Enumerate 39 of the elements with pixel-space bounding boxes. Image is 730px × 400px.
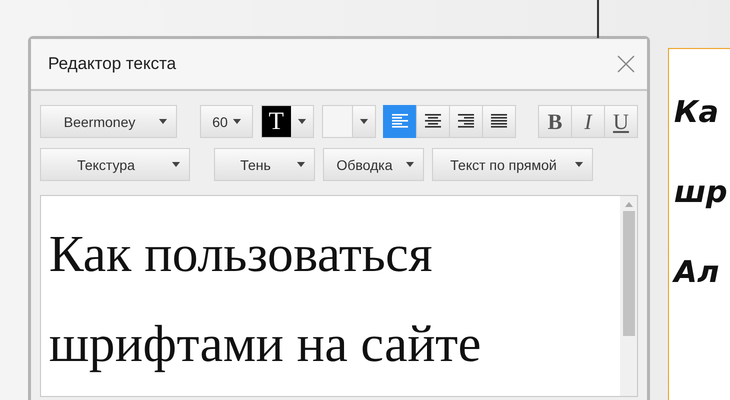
align-justify-button[interactable] <box>482 105 516 138</box>
caret-icon <box>360 119 368 124</box>
caret-icon <box>297 162 305 167</box>
scrollbar[interactable] <box>620 196 637 396</box>
align-center-icon <box>424 114 441 129</box>
scroll-up-icon <box>624 202 632 207</box>
caret-icon <box>298 119 306 124</box>
option-dropdown[interactable]: Тень <box>214 148 315 181</box>
size-dropdown[interactable]: 60 <box>200 105 253 138</box>
preview-text-line: Ка <box>674 94 719 132</box>
option-dropdown[interactable]: Обводка <box>323 148 424 181</box>
editor-text-line: шрифтами на сайте <box>49 315 482 375</box>
close-icon <box>617 55 635 73</box>
preview-text-line: шр <box>674 174 728 212</box>
italic-button[interactable]: I <box>570 105 605 138</box>
dialog-title: Редактор текста <box>48 54 176 74</box>
preview-text-line: Ал <box>674 254 720 292</box>
text-color-picker[interactable]: T <box>260 105 314 138</box>
connector-line <box>597 0 599 38</box>
text-editor[interactable]: Как пользоваться шрифтами на сайте <box>40 195 638 397</box>
align-right-button[interactable] <box>448 105 483 138</box>
caret-icon <box>575 162 583 167</box>
caret-icon <box>172 162 180 167</box>
caret-icon <box>232 119 241 124</box>
caret-icon <box>406 162 414 167</box>
underline-button[interactable]: U <box>604 105 638 138</box>
align-justify-icon <box>490 114 507 129</box>
option-dropdown[interactable]: Текст по прямой <box>432 148 593 181</box>
option-dropdown[interactable]: Текстура <box>40 148 190 181</box>
caret-icon <box>159 119 168 124</box>
align-center-button[interactable] <box>416 105 450 138</box>
bold-button[interactable]: B <box>538 105 572 138</box>
text-color-swatch: T <box>262 106 291 137</box>
background-color-picker[interactable] <box>322 105 376 138</box>
align-left-icon <box>392 114 408 129</box>
close-button[interactable] <box>615 53 637 75</box>
align-right-icon <box>458 114 474 129</box>
font-dropdown[interactable]: Beermoney <box>40 105 178 138</box>
editor-text-line: Как пользоваться <box>49 225 432 285</box>
